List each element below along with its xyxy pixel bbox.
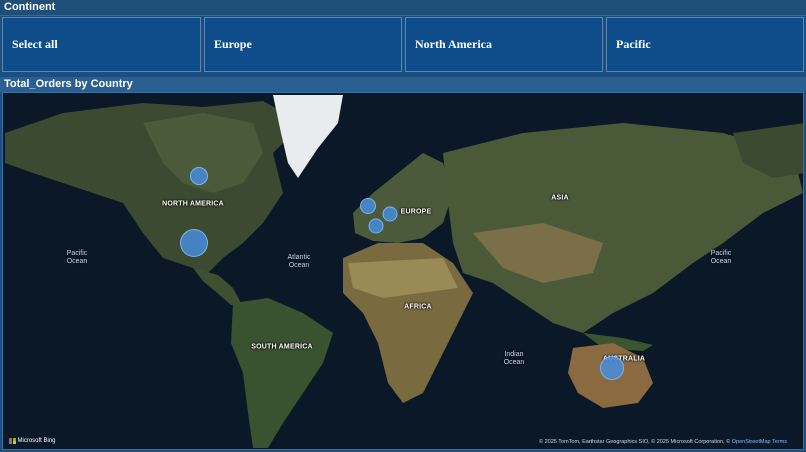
label-pacific-ocean-left: Pacific Ocean	[67, 250, 88, 266]
slicer-title: Continent	[4, 1, 56, 13]
ocean-label-line: Ocean	[710, 258, 732, 265]
map-attribution: © 2025 TomTom, Earthstar Geographics SIO…	[539, 439, 787, 445]
slicer-option-europe[interactable]: Europe	[204, 17, 402, 72]
bubble-united-states[interactable]	[180, 229, 208, 257]
bubble-united-kingdom[interactable]	[360, 198, 376, 214]
slicer-header: Continent	[0, 0, 806, 16]
world-map-background	[3, 93, 803, 449]
label-atlantic-ocean: Atlantic Ocean	[288, 254, 311, 270]
bubble-canada[interactable]	[190, 167, 208, 185]
ocean-label-line: Ocean	[288, 262, 310, 269]
bubble-australia[interactable]	[600, 356, 624, 380]
label-indian-ocean: Indian Ocean	[504, 351, 525, 367]
ocean-label-line: Atlantic	[287, 254, 311, 261]
ocean-label-line: Pacific	[710, 250, 732, 257]
bubble-germany[interactable]	[382, 206, 398, 222]
slicer-option-north-america[interactable]: North America	[405, 17, 603, 72]
bubble-france[interactable]	[368, 218, 384, 234]
attribution-text: © 2025 TomTom, Earthstar Geographics SIO…	[539, 439, 731, 445]
slicer-option-select-all[interactable]: Select all	[2, 17, 201, 72]
openstreetmap-link[interactable]: OpenStreetMap	[732, 439, 771, 445]
slicer-option-pacific[interactable]: Pacific	[606, 17, 804, 72]
ocean-label-line: Ocean	[66, 258, 88, 265]
microsoft-bing-logo: Microsoft Bing	[9, 437, 56, 444]
logo-text: Microsoft Bing	[17, 437, 56, 444]
ocean-label-line: Ocean	[503, 359, 525, 366]
label-europe: EUROPE	[400, 208, 432, 216]
label-south-america: SOUTH AMERICA	[251, 343, 313, 351]
map-visual[interactable]: NORTH AMERICA EUROPE ASIA AFRICA SOUTH A…	[2, 92, 804, 450]
label-pacific-ocean-right: Pacific Ocean	[711, 250, 732, 266]
terms-link[interactable]: Terms	[772, 439, 787, 445]
label-africa: AFRICA	[404, 303, 432, 311]
map-header: Total_Orders by Country	[0, 77, 806, 92]
map-title: Total_Orders by Country	[4, 78, 133, 90]
ocean-label-line: Indian	[504, 351, 524, 358]
ocean-label-line: Pacific	[66, 250, 88, 257]
continent-slicer: Select all Europe North America Pacific	[2, 17, 804, 74]
microsoft-logo-icon	[9, 437, 16, 444]
label-north-america: NORTH AMERICA	[162, 200, 224, 208]
label-asia: ASIA	[551, 194, 569, 202]
